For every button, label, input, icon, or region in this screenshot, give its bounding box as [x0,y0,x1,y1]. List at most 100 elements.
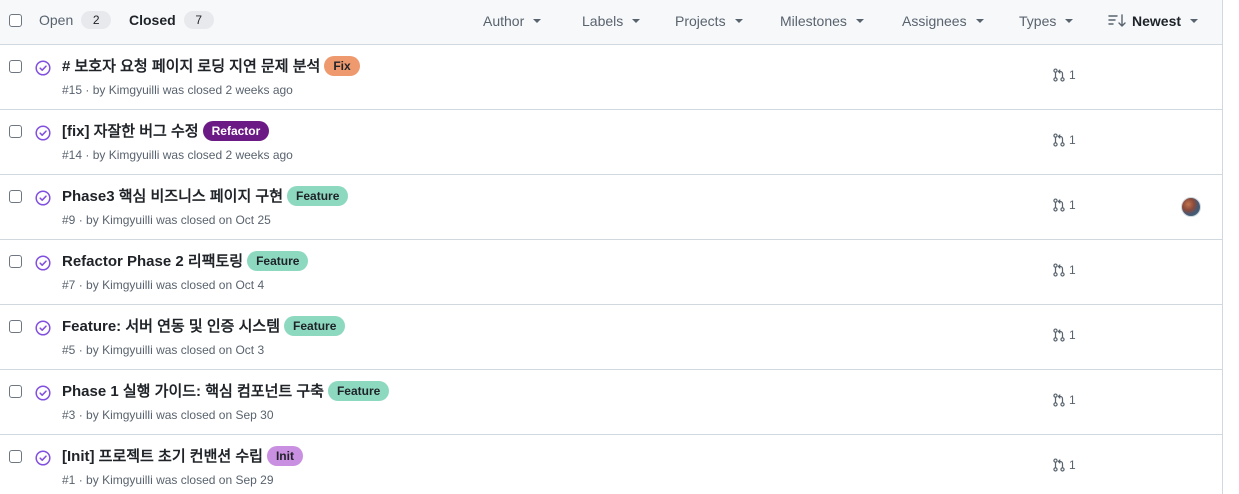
linked-pull-requests[interactable]: 1 [1052,458,1076,472]
linked-pull-requests[interactable]: 1 [1052,68,1076,82]
issue-author-link[interactable]: Kimgyuilli [109,83,160,97]
issue-author-link[interactable]: Kimgyuilli [102,343,153,357]
issue-title-link[interactable]: [Init] 프로젝트 초기 컨밴션 수립 [62,445,263,466]
milestones-filter-label: Milestones [780,13,847,29]
issue-select-checkbox[interactable] [9,255,22,268]
triangle-down-icon [533,19,542,23]
issue-meta: #3 · by Kimgyuilli was closed on Sep 30 [62,408,274,422]
linked-pull-requests[interactable]: 1 [1052,263,1076,277]
issue-meta: #1 · by Kimgyuilli was closed on Sep 29 [62,473,274,487]
sort-dropdown[interactable]: Newest [1108,13,1199,29]
issue-select-checkbox[interactable] [9,125,22,138]
issue-meta: #15 · by Kimgyuilli was closed 2 weeks a… [62,83,293,97]
issue-row[interactable]: Phase 1 실행 가이드: 핵심 컴포넌트 구축 Feature #3 · … [0,370,1222,435]
git-pull-request-icon [1053,263,1065,277]
issue-number: #14 [62,148,83,162]
issue-select-checkbox[interactable] [9,450,22,463]
issue-number: #7 [62,278,76,292]
issue-label-badge[interactable]: Refactor [202,120,270,141]
issues-list-header: Open 2 Closed 7 Author Labels Projects M… [0,0,1222,45]
assignee-avatar[interactable] [1181,197,1201,217]
issue-row[interactable]: [Init] 프로젝트 초기 컨밴션 수립 Init #1 · by Kimgy… [0,435,1222,494]
assignees-filter[interactable]: Assignees [902,13,984,29]
linked-pr-count: 1 [1069,133,1076,147]
linked-pr-count: 1 [1069,393,1076,407]
tab-closed-issues[interactable]: Closed 7 [129,11,214,29]
issue-title-link[interactable]: [fix] 자잘한 버그 수정 [62,120,199,141]
check-circle-icon [35,255,51,271]
issue-title-line: Phase 1 실행 가이드: 핵심 컴포넌트 구축 Feature [62,380,390,401]
issue-title-link[interactable]: Phase3 핵심 비즈니스 페이지 구현 [62,185,283,206]
issue-author-link[interactable]: Kimgyuilli [109,148,160,162]
issue-row[interactable]: Feature: 서버 연동 및 인증 시스템 Feature #5 · by … [0,305,1222,370]
git-pull-request-icon [1053,68,1065,82]
issue-label-badge[interactable]: Feature [287,185,349,206]
git-pull-request-icon [1053,328,1065,342]
issue-by-text: by [92,148,106,162]
issue-row[interactable]: Phase3 핵심 비즈니스 페이지 구현 Feature #9 · by Ki… [0,175,1222,240]
labels-filter[interactable]: Labels [582,13,641,29]
issue-select-checkbox[interactable] [9,60,22,73]
issue-author-link[interactable]: Kimgyuilli [102,408,153,422]
issue-select-checkbox[interactable] [9,320,22,333]
issue-label-badge[interactable]: Feature [327,380,390,401]
issue-title-line: Phase3 핵심 비즈니스 페이지 구현 Feature [62,185,349,206]
check-circle-icon [35,450,51,466]
issue-title-link[interactable]: Phase 1 실행 가이드: 핵심 컴포넌트 구축 [62,380,324,401]
linked-pr-count: 1 [1069,328,1076,342]
issue-row[interactable]: Refactor Phase 2 리팩토링 Feature #7 · by Ki… [0,240,1222,305]
issue-meta: #5 · by Kimgyuilli was closed on Oct 3 [62,343,265,357]
issue-number: #15 [62,83,83,97]
linked-pull-requests[interactable]: 1 [1052,133,1076,147]
issue-closed-text: was closed on Sep 30 [156,408,274,422]
linked-pull-requests[interactable]: 1 [1052,198,1076,212]
git-pull-request-icon [1053,458,1065,472]
issue-closed-text: was closed on Sep 29 [156,473,274,487]
issue-closed-text: was closed on Oct 25 [156,213,271,227]
types-filter[interactable]: Types [1019,13,1074,29]
issue-meta: #7 · by Kimgyuilli was closed on Oct 4 [62,278,265,292]
assignees-filter-label: Assignees [902,13,967,29]
issue-title-line: # 보호자 요청 페이지 로딩 지연 문제 분석 Fix [62,55,360,76]
tab-open-label: Open [39,12,74,28]
issues-list-panel: Open 2 Closed 7 Author Labels Projects M… [0,0,1223,494]
issue-select-checkbox[interactable] [9,385,22,398]
linked-pull-requests[interactable]: 1 [1052,328,1076,342]
issue-meta: #9 · by Kimgyuilli was closed on Oct 25 [62,213,271,227]
issue-label-badge[interactable]: Fix [324,55,360,76]
issue-by-text: by [86,278,99,292]
sort-desc-icon [1108,14,1126,27]
issue-title-line: Refactor Phase 2 리팩토링 Feature [62,250,309,271]
issue-label-badge[interactable]: Feature [247,250,309,271]
issue-row[interactable]: # 보호자 요청 페이지 로딩 지연 문제 분석 Fix #15 · by Ki… [0,45,1222,110]
check-circle-icon [35,320,51,336]
closed-count-badge: 7 [183,11,214,29]
author-filter-label: Author [483,13,525,29]
select-all-checkbox[interactable] [9,14,22,27]
issue-title-link[interactable]: # 보호자 요청 페이지 로딩 지연 문제 분석 [62,55,320,76]
issue-author-link[interactable]: Kimgyuilli [102,473,153,487]
issue-title-link[interactable]: Feature: 서버 연동 및 인증 시스템 [62,315,280,336]
issue-row[interactable]: [fix] 자잘한 버그 수정 Refactor #14 · by Kimgyu… [0,110,1222,175]
check-circle-icon [35,385,51,401]
author-filter[interactable]: Author [483,13,542,29]
issue-by-text: by [92,83,106,97]
issue-by-text: by [86,343,99,357]
issue-author-link[interactable]: Kimgyuilli [102,213,153,227]
issue-by-text: by [86,408,99,422]
issue-label-badge[interactable]: Feature [284,315,346,336]
issue-label-badge[interactable]: Init [266,445,303,466]
linked-pull-requests[interactable]: 1 [1052,393,1076,407]
issue-select-checkbox[interactable] [9,190,22,203]
issue-number: #5 [62,343,76,357]
triangle-down-icon [734,19,743,23]
git-pull-request-icon [1053,393,1065,407]
issue-closed-text: was closed 2 weeks ago [162,148,293,162]
issue-title-link[interactable]: Refactor Phase 2 리팩토링 [62,250,243,271]
issue-number: #1 [62,473,76,487]
issue-number: #9 [62,213,76,227]
projects-filter[interactable]: Projects [675,13,743,29]
issue-author-link[interactable]: Kimgyuilli [102,278,153,292]
milestones-filter[interactable]: Milestones [780,13,864,29]
tab-open-issues[interactable]: Open 2 [39,11,112,29]
